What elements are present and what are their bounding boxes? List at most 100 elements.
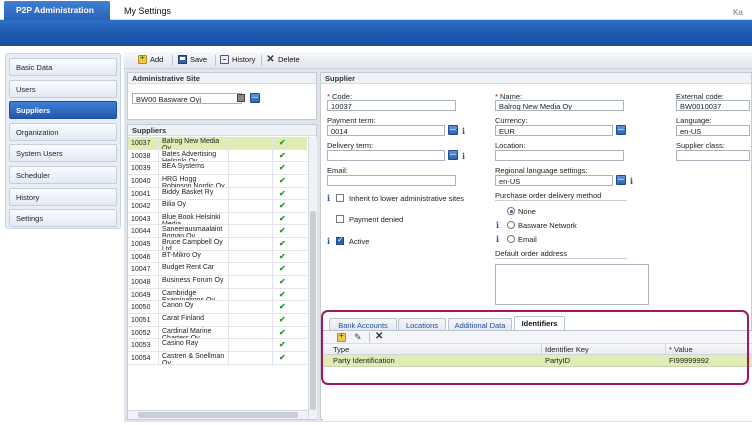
- tab-additional-data[interactable]: Additional Data: [448, 318, 512, 330]
- supplier-code: 10046: [128, 250, 159, 263]
- delivery-term-picker-button[interactable]: ...: [448, 150, 458, 160]
- nav-item-organization[interactable]: Organization: [9, 122, 117, 141]
- payment-denied-checkbox[interactable]: [336, 215, 344, 223]
- delete-identifier-icon[interactable]: ✕: [375, 331, 383, 342]
- supplier-row[interactable]: 10045 Bruce Campbell Oy Ltd. ✔: [128, 238, 307, 251]
- save-button[interactable]: Save: [178, 55, 207, 64]
- suppliers-vertical-scrollbar[interactable]: [308, 137, 317, 419]
- regional-language-picker-button[interactable]: ...: [616, 175, 626, 185]
- payment-term-info-icon[interactable]: i: [462, 126, 465, 136]
- language-label: Language:: [676, 116, 712, 125]
- nav-item-suppliers[interactable]: Suppliers: [9, 101, 117, 120]
- active-check-icon: ✔: [279, 163, 286, 173]
- po-delivery-none-label: None: [518, 207, 536, 216]
- nav-item-settings[interactable]: Settings: [9, 209, 117, 228]
- nav-item-basic-data[interactable]: Basic Data: [9, 58, 117, 76]
- column-header-value[interactable]: * Value: [669, 345, 693, 354]
- po-delivery-none-radio[interactable]: [507, 207, 515, 215]
- supplier-row[interactable]: 10049 Cambridge Examinations Oy ✔: [128, 288, 307, 302]
- supplier-row[interactable]: 10040 HRG Hogg Robinson Nordic Oy ✔: [128, 174, 307, 188]
- payment-term-picker-button[interactable]: ...: [448, 125, 458, 135]
- suppliers-grid: 10037 Balrog New Media Oy ✔ 10038 Bates Adv…: [128, 137, 307, 365]
- supplier-row[interactable]: 10046 BT-Mikro Oy ✔: [128, 250, 307, 264]
- delete-button[interactable]: ✕ Delete: [266, 55, 299, 65]
- supplier-code: 10042: [128, 200, 159, 212]
- save-label: Save: [190, 55, 208, 64]
- nav-item-system-users[interactable]: System Users: [9, 144, 117, 163]
- supplier-row[interactable]: 10052 Cardinal Marine Charters Oy ✔: [128, 326, 307, 340]
- administrative-site-picker-button[interactable]: ...: [250, 93, 260, 103]
- site-tree-icon[interactable]: [237, 94, 245, 102]
- supplier-row[interactable]: 10047 Budget Rent Car ✔: [128, 263, 307, 277]
- supplier-row[interactable]: 10051 Carat Finland ✔: [128, 313, 307, 327]
- email-delivery-info-icon[interactable]: i: [496, 234, 499, 244]
- history-button[interactable]: History: [220, 55, 255, 64]
- edit-pencil-icon[interactable]: ✎: [354, 332, 362, 343]
- new-identifier-icon[interactable]: [337, 331, 346, 342]
- supplier-class-field[interactable]: [676, 150, 750, 161]
- delivery-term-field[interactable]: [327, 150, 445, 161]
- payment-denied-label: Payment denied: [349, 215, 404, 224]
- nav-item-history[interactable]: History: [9, 187, 117, 206]
- supplier-row[interactable]: 10039 BEA Systems ✔: [128, 162, 307, 175]
- currency-field[interactable]: EUR: [495, 125, 613, 136]
- supplier-class-label: Supplier class:: [676, 141, 725, 150]
- supplier-row[interactable]: 10037 Balrog New Media Oy ✔: [128, 137, 307, 150]
- supplier-row[interactable]: 10038 Bates Advertising Helsinki Oy ✔: [128, 149, 307, 163]
- active-check-icon: ✔: [279, 213, 286, 223]
- column-divider: [541, 344, 542, 355]
- user-name[interactable]: Ka: [733, 8, 743, 17]
- basware-network-info-icon[interactable]: i: [496, 220, 499, 230]
- supplier-row[interactable]: 10043 Blue Book Helsinki Media ✔: [128, 212, 307, 226]
- active-info-icon[interactable]: i: [327, 236, 330, 246]
- supplier-row[interactable]: 10053 Casino Ray ✔: [128, 339, 307, 352]
- language-field[interactable]: en-US: [676, 125, 750, 136]
- identifier-type: Party Identification: [333, 356, 395, 365]
- scroll-thumb[interactable]: [138, 412, 298, 418]
- supplier-row[interactable]: 10050 Canon Oy ✔: [128, 301, 307, 314]
- active-checkbox[interactable]: [336, 235, 344, 245]
- active-check-icon: ✔: [279, 239, 286, 249]
- supplier-row[interactable]: 10044 Saneerausmaalaint Boman Oy ✔: [128, 225, 307, 239]
- payment-term-field[interactable]: 0014: [327, 125, 445, 136]
- supplier-row[interactable]: 10048 Business Forum Oy ✔: [128, 276, 307, 289]
- supplier-extra: [229, 187, 273, 200]
- supplier-row[interactable]: 10041 Biddy Basket Ry ✔: [128, 187, 307, 201]
- default-order-address-field[interactable]: [495, 264, 649, 305]
- nav-item-scheduler[interactable]: Scheduler: [9, 165, 117, 184]
- divider: [495, 258, 627, 259]
- name-field[interactable]: Balrog New Media Oy: [495, 100, 624, 111]
- tab-bank-accounts[interactable]: Bank Accounts: [329, 318, 397, 330]
- left-navigation: Basic Data Users Suppliers Organization …: [5, 53, 121, 229]
- column-header-identifier-key[interactable]: Identifier Key: [545, 345, 589, 354]
- currency-picker-button[interactable]: ...: [616, 125, 626, 135]
- add-button[interactable]: Add: [138, 53, 163, 64]
- location-field[interactable]: [495, 150, 624, 161]
- nav-item-users[interactable]: Users: [9, 79, 117, 98]
- po-delivery-email-label: Email: [518, 235, 537, 244]
- supplier-name: BEA Systems: [159, 162, 229, 174]
- column-header-type[interactable]: Type: [333, 345, 349, 354]
- scroll-thumb[interactable]: [310, 211, 316, 410]
- inherit-info-icon[interactable]: i: [327, 193, 330, 203]
- suppliers-horizontal-scrollbar[interactable]: [128, 410, 308, 419]
- my-settings-link[interactable]: My Settings: [124, 6, 171, 16]
- supplier-row[interactable]: 10054 Castren & Snellman Oy ✔: [128, 351, 307, 365]
- inherit-checkbox[interactable]: [336, 194, 344, 202]
- regional-language-field[interactable]: en-US: [495, 175, 613, 186]
- code-field[interactable]: 10037: [327, 100, 456, 111]
- regional-language-info-icon[interactable]: i: [630, 176, 633, 186]
- external-code-field[interactable]: BW0010037: [676, 100, 750, 111]
- supplier-row[interactable]: 10042 Bilia Oy ✔: [128, 200, 307, 213]
- tab-p2p-administration[interactable]: P2P Administration: [4, 1, 110, 20]
- identifier-row[interactable]: Party Identification PartyID FI99999992: [323, 355, 752, 367]
- po-delivery-email-radio[interactable]: [507, 235, 515, 243]
- po-delivery-network-radio[interactable]: [507, 221, 515, 229]
- delivery-term-info-icon[interactable]: i: [462, 151, 465, 161]
- tab-identifiers[interactable]: Identifiers: [514, 316, 565, 330]
- administrative-site-field[interactable]: BW00 Basware Oyj: [132, 93, 242, 104]
- email-field[interactable]: [327, 175, 456, 186]
- tab-locations[interactable]: Locations: [398, 318, 446, 330]
- suppliers-panel: Suppliers 10037 Balrog New Media Oy ✔ 1003…: [127, 124, 317, 420]
- history-label: History: [232, 55, 256, 64]
